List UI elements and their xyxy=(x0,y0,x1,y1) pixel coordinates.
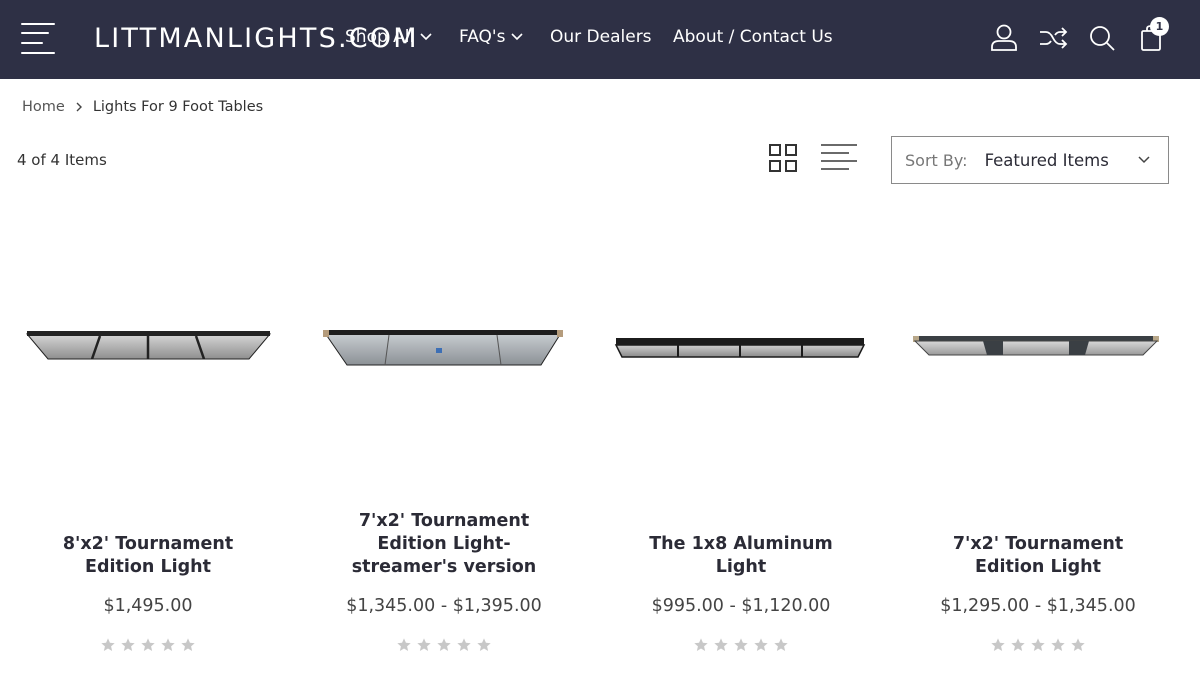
nav-label: Our Dealers xyxy=(550,27,652,47)
nav-label: Shop All xyxy=(345,27,415,47)
star-icon xyxy=(1011,638,1025,651)
nav-faqs[interactable]: FAQ's xyxy=(459,27,524,47)
star-icon xyxy=(991,638,1005,651)
nav-label: About / Contact Us xyxy=(673,27,833,47)
nav-our-dealers[interactable]: Our Dealers xyxy=(550,27,652,47)
compare-icon[interactable] xyxy=(1037,22,1069,54)
star-icon xyxy=(101,638,115,651)
star-icon xyxy=(1071,638,1085,651)
list-view-icon[interactable] xyxy=(819,141,859,175)
product-price: $995.00 - $1,120.00 xyxy=(651,596,831,616)
star-icon xyxy=(397,638,411,651)
item-count: 4 of 4 Items xyxy=(17,151,107,169)
chevron-right-icon xyxy=(76,102,82,112)
product-image[interactable] xyxy=(606,285,876,405)
sort-select[interactable]: Sort By: Featured Items xyxy=(891,136,1169,184)
star-icon xyxy=(477,638,491,651)
product-title[interactable]: 7'x2' Tournament Edition Light xyxy=(903,533,1173,579)
cart-count-badge: 1 xyxy=(1150,17,1169,36)
product-price: $1,495.00 xyxy=(103,596,193,616)
product-price: $1,295.00 - $1,345.00 xyxy=(940,596,1136,616)
star-icon xyxy=(1031,638,1045,651)
menu-icon[interactable] xyxy=(21,22,57,54)
star-icon xyxy=(694,638,708,651)
star-icon xyxy=(754,638,768,651)
star-icon xyxy=(1051,638,1065,651)
product-image[interactable] xyxy=(903,285,1173,405)
product-card: 7'x2' Tournament Edition Light $1,295.00… xyxy=(903,230,1173,670)
product-image[interactable] xyxy=(309,285,579,405)
rating-stars xyxy=(309,637,579,653)
product-image[interactable] xyxy=(13,285,283,405)
product-card: 7'x2' Tournament Edition Light- streamer… xyxy=(309,230,579,670)
chevron-down-icon xyxy=(511,33,524,41)
product-card: The 1x8 Aluminum Light $995.00 - $1,120.… xyxy=(606,230,876,670)
sort-value: Featured Items xyxy=(984,150,1109,170)
breadcrumb-home[interactable]: Home xyxy=(22,99,65,115)
star-icon xyxy=(161,638,175,651)
breadcrumb: Home Lights For 9 Foot Tables xyxy=(22,99,263,115)
nav-shop-all[interactable]: Shop All xyxy=(345,27,432,47)
site-header: LITTMANLIGHTS.COM Shop All FAQ's Our Dea… xyxy=(0,0,1200,79)
star-icon xyxy=(121,638,135,651)
star-icon xyxy=(714,638,728,651)
star-icon xyxy=(734,638,748,651)
nav-label: FAQ's xyxy=(459,27,506,47)
product-price: $1,345.00 - $1,395.00 xyxy=(346,596,542,616)
rating-stars xyxy=(903,637,1173,653)
star-icon xyxy=(774,638,788,651)
product-title[interactable]: 8'x2' Tournament Edition Light xyxy=(13,533,283,579)
rating-stars xyxy=(606,637,876,653)
grid-view-icon[interactable] xyxy=(766,141,800,175)
star-icon xyxy=(181,638,195,651)
nav-about-contact[interactable]: About / Contact Us xyxy=(673,27,833,47)
search-icon[interactable] xyxy=(1086,22,1118,54)
star-icon xyxy=(417,638,431,651)
star-icon xyxy=(141,638,155,651)
account-icon[interactable] xyxy=(988,22,1020,54)
rating-stars xyxy=(13,637,283,653)
star-icon xyxy=(437,638,451,651)
breadcrumb-current: Lights For 9 Foot Tables xyxy=(92,99,264,115)
chevron-down-icon xyxy=(420,33,432,41)
product-title[interactable]: 7'x2' Tournament Edition Light- streamer… xyxy=(309,510,579,579)
product-card: 8'x2' Tournament Edition Light $1,495.00 xyxy=(13,230,283,670)
product-title[interactable]: The 1x8 Aluminum Light xyxy=(606,533,876,579)
chevron-down-icon xyxy=(1138,156,1150,164)
sort-label: Sort By: xyxy=(905,150,968,170)
star-icon xyxy=(457,638,471,651)
